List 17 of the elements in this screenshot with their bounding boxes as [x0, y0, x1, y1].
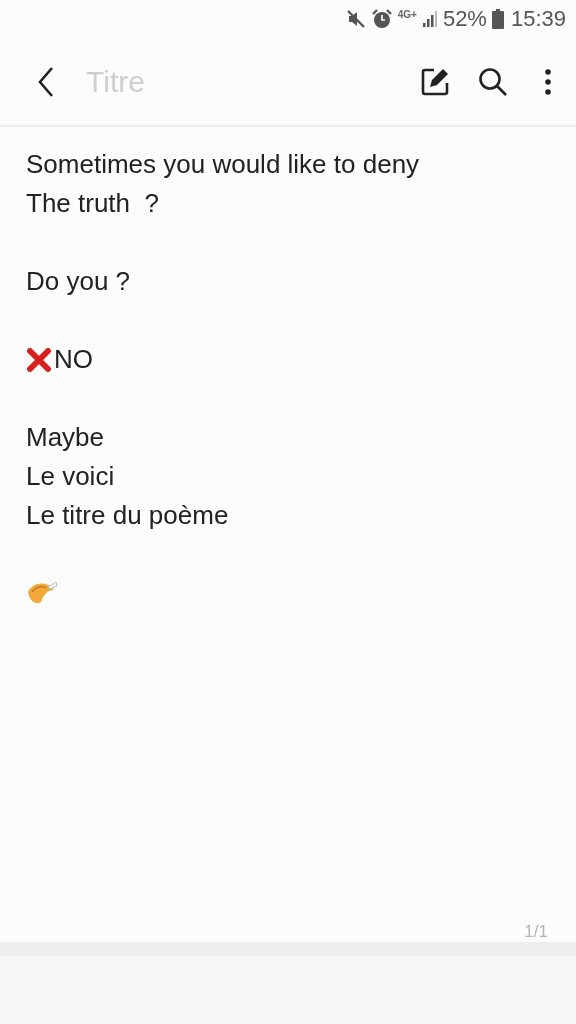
network-label: 4G+	[397, 9, 417, 20]
clock-time: 15:39	[510, 6, 566, 32]
battery-icon	[491, 9, 504, 29]
note-text: Le voici	[26, 461, 115, 492]
more-icon	[544, 67, 552, 96]
note-text: Sometimes you would like to deny	[26, 149, 420, 180]
note-text: Do you ?	[26, 266, 131, 297]
note-text: The truth ?	[26, 188, 159, 219]
page-indicator: 1/1	[524, 922, 548, 942]
battery-percent: 52%	[442, 6, 487, 32]
mute-icon	[345, 9, 366, 29]
signal-icon	[421, 10, 438, 28]
note-text: Le titre du poème	[26, 500, 229, 531]
alarm-icon	[370, 8, 393, 30]
note-text: Maybe	[26, 422, 105, 453]
cross-icon	[26, 347, 52, 372]
note-text: NO	[54, 344, 93, 375]
